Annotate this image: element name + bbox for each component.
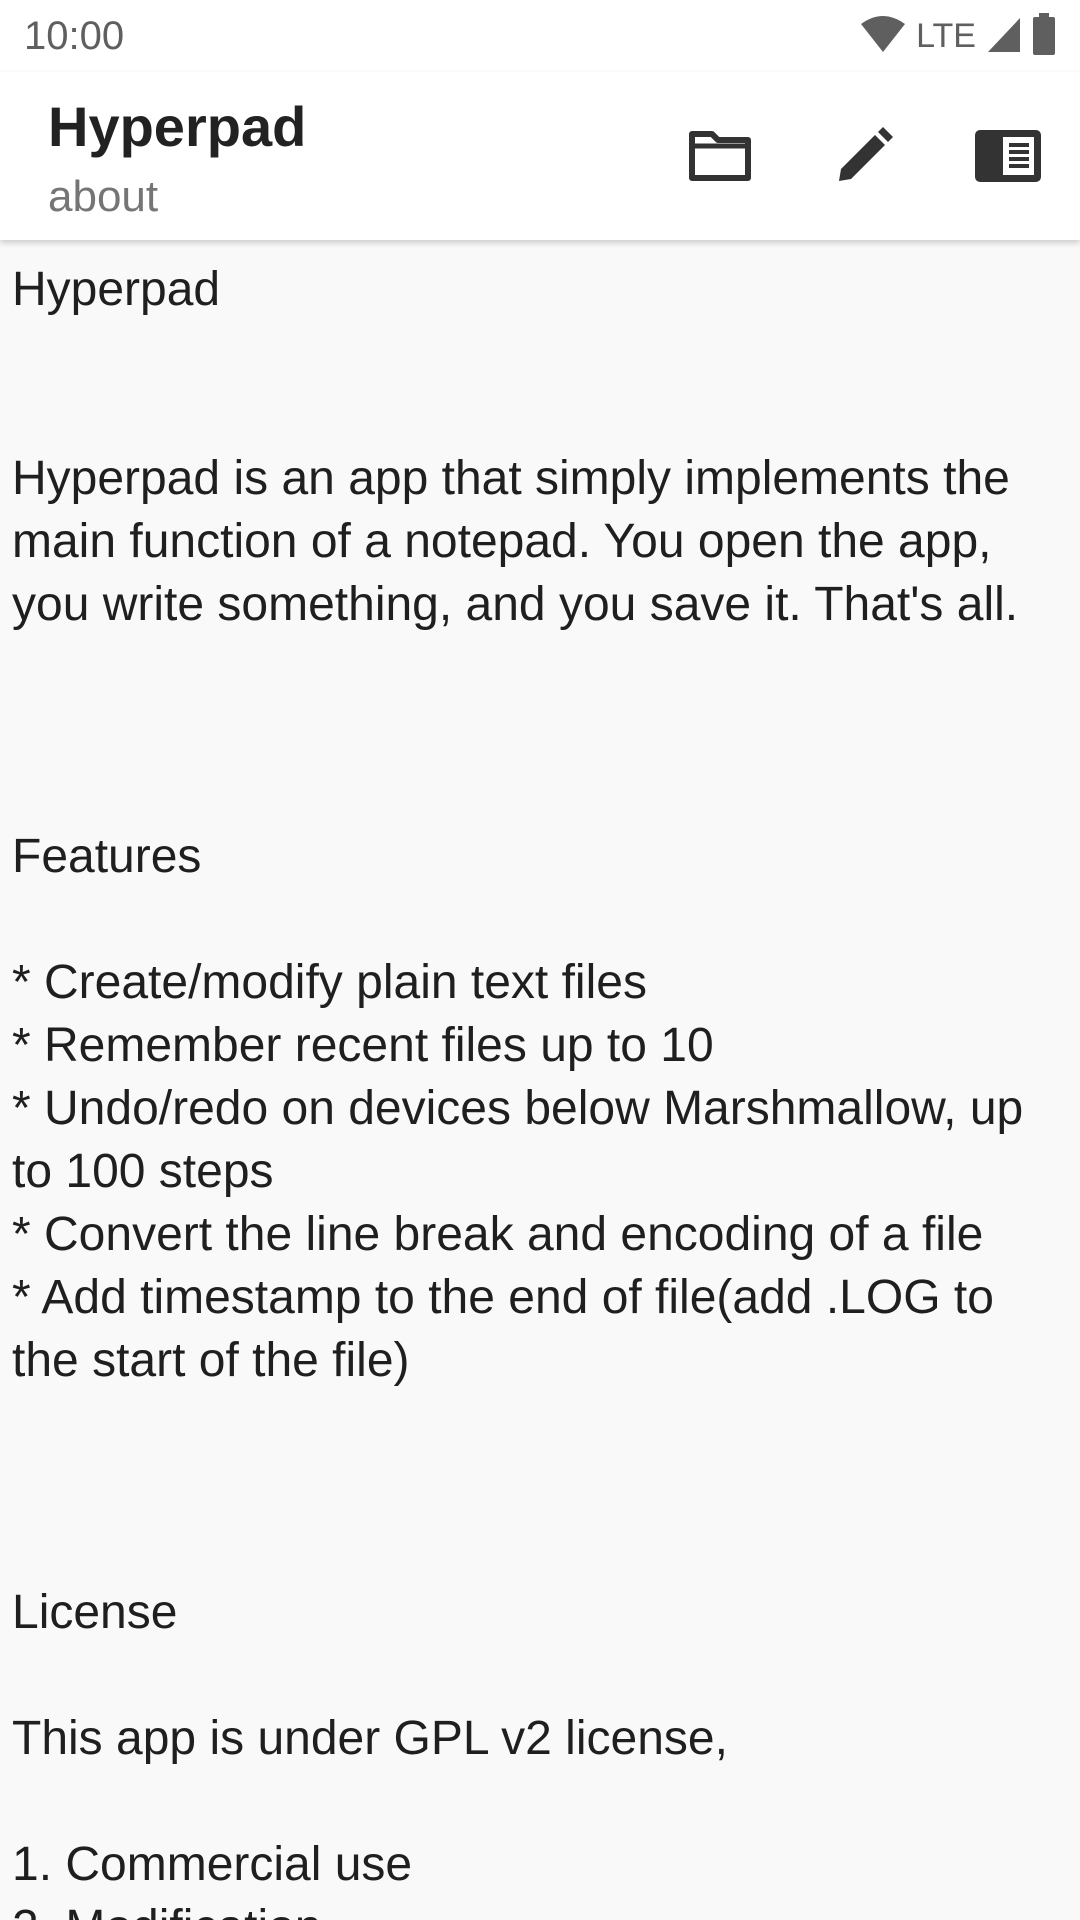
network-type-label: LTE (916, 16, 976, 55)
open-file-button[interactable] (678, 116, 762, 200)
pencil-icon (835, 126, 893, 190)
app-bar: Hyperpad about (0, 72, 1080, 240)
battery-icon (1032, 12, 1056, 60)
edit-button[interactable] (822, 116, 906, 200)
cell-signal-icon (986, 14, 1022, 59)
folder-icon (688, 130, 752, 187)
drawer-toggle-icon (975, 129, 1041, 187)
document-text[interactable]: Hyperpad Hyperpad is an app that simply … (12, 258, 1068, 1920)
document-content[interactable]: Hyperpad Hyperpad is an app that simply … (0, 240, 1080, 1920)
wifi-icon (860, 14, 906, 59)
app-subtitle: about (48, 172, 159, 221)
status-bar: 10:00 LTE (0, 0, 1080, 72)
status-time: 10:00 (24, 14, 125, 58)
drawer-toggle-button[interactable] (966, 116, 1050, 200)
app-title: Hyperpad (48, 95, 307, 158)
status-icons: LTE (860, 12, 1056, 60)
